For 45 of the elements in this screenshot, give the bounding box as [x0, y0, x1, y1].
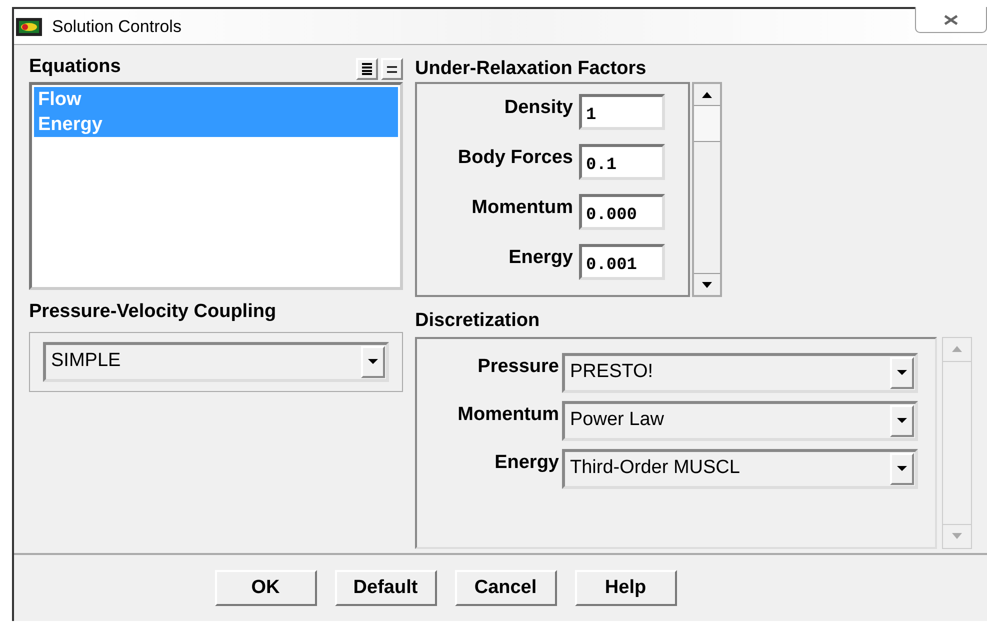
app-icon [16, 18, 42, 36]
input-field[interactable]: 1 [579, 94, 665, 130]
section-label: Discretization [415, 309, 541, 333]
dropdown[interactable]: Power Law [562, 400, 918, 440]
deselect-all-button[interactable] [381, 58, 403, 80]
field-label: Energy [508, 246, 574, 270]
dropdown-arrow-button[interactable] [361, 346, 385, 378]
up-arrow-icon [702, 92, 712, 98]
section-label: Pressure-Velocity Coupling [29, 300, 278, 324]
down-arrow-icon [952, 533, 962, 539]
field-label: Pressure [476, 354, 560, 378]
select-all-button[interactable] [356, 58, 378, 80]
field-label: Density [503, 96, 574, 120]
dropdown-arrow-button[interactable] [890, 404, 914, 436]
scroll-thumb[interactable] [694, 106, 720, 142]
caret-icon [368, 359, 378, 364]
field-label: Energy [494, 450, 560, 474]
up-arrow-icon [952, 346, 962, 352]
dialog-button[interactable]: Default [334, 570, 436, 606]
input-field[interactable]: 0.001 [579, 244, 665, 280]
down-arrow-icon [702, 282, 712, 288]
dropdown[interactable]: SIMPLE [43, 342, 389, 382]
close-icon [944, 14, 958, 24]
section-label: Under-Relaxation Factors [415, 57, 648, 81]
dropdown[interactable]: Third-Order MUSCL [562, 448, 918, 488]
equals-icon [387, 66, 397, 72]
list-icon [362, 63, 372, 75]
dropdown[interactable]: PRESTO! [562, 352, 918, 392]
caret-icon [897, 370, 907, 375]
input-field[interactable]: 0.000 [579, 194, 665, 230]
dialog-button[interactable]: OK [214, 570, 316, 606]
field-label: Body Forces [456, 146, 574, 170]
dialog-button[interactable]: Cancel [454, 570, 556, 606]
dialog-button[interactable]: Help [574, 570, 676, 606]
field-label: Momentum [470, 196, 574, 220]
dropdown-arrow-button[interactable] [890, 452, 914, 484]
input-field[interactable]: 0.1 [579, 144, 665, 180]
window-title: Solution Controls [52, 16, 182, 38]
caret-icon [897, 466, 907, 471]
close-button[interactable] [915, 7, 987, 33]
dropdown-arrow-button[interactable] [890, 356, 914, 388]
field-label: Momentum [456, 402, 560, 426]
section-label: Equations [29, 54, 121, 78]
scrollbar[interactable] [692, 82, 722, 297]
caret-icon [897, 418, 907, 423]
